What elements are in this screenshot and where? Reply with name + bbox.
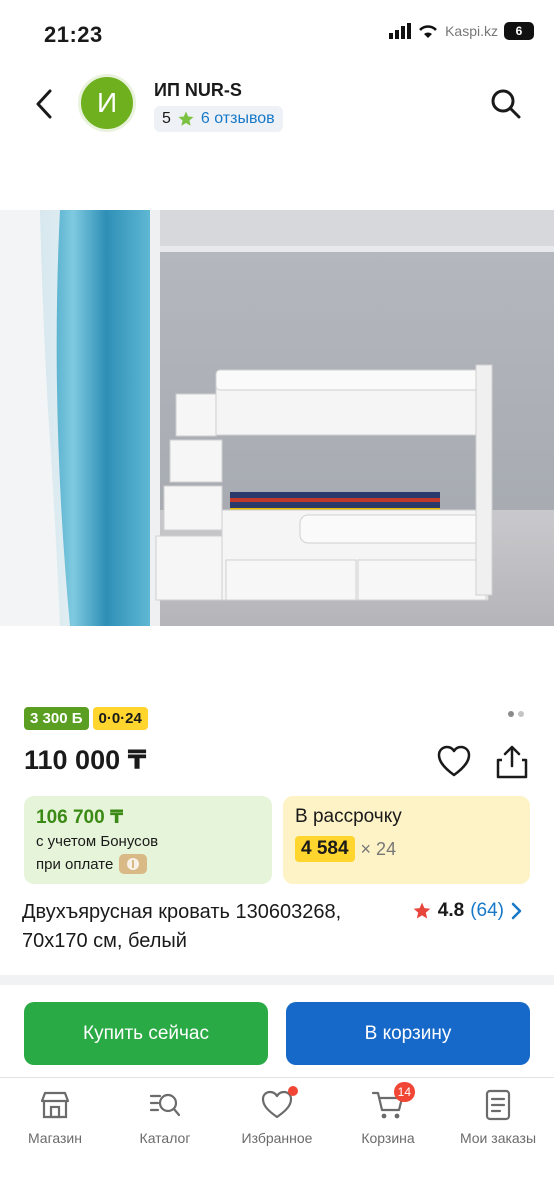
seller-avatar[interactable]: И <box>78 74 136 132</box>
status-icons: Kaspi.kz 6 <box>389 22 534 40</box>
bonus-badge: 3 300 Б <box>24 707 89 730</box>
rating-score: 4.8 <box>437 900 465 921</box>
back-button[interactable] <box>26 84 62 124</box>
bonus-note-line: при оплате <box>36 854 260 874</box>
image-pager-dots <box>508 711 524 717</box>
tab-favorites[interactable]: Избранное <box>222 1086 332 1146</box>
bonus-note-line: с учетом Бонусов <box>36 833 260 850</box>
tab-label: Корзина <box>361 1130 415 1146</box>
add-to-cart-button[interactable]: В корзину <box>286 1002 530 1065</box>
heart-icon <box>437 745 471 777</box>
bottom-tab-bar: Магазин Каталог Избранное 14 Корзина Мои… <box>0 1077 554 1200</box>
tab-label: Каталог <box>139 1130 191 1146</box>
bunk-bed-photo <box>0 210 554 626</box>
promo-badges: 3 300 Б 0·0·24 <box>24 707 148 730</box>
product-image[interactable] <box>0 210 554 626</box>
installment-card[interactable]: В рассрочку 4 584 × 24 <box>283 796 530 884</box>
seller-rating-value: 5 <box>162 110 171 127</box>
tab-catalog[interactable]: Каталог <box>110 1088 220 1146</box>
seller-reviews-link[interactable]: 6 отзывов <box>201 110 275 128</box>
orders-icon <box>481 1088 515 1122</box>
battery-icon: 6 <box>504 22 534 40</box>
tab-label: Избранное <box>241 1130 313 1146</box>
tab-label: Мои заказы <box>459 1130 537 1146</box>
chevron-left-icon <box>36 89 52 119</box>
installment-badge: 0·0·24 <box>92 707 148 730</box>
watermark-text: Kaspi.kz <box>445 23 498 39</box>
product-title: Двухъярусная кровать 130603268, 70х170 с… <box>22 901 342 952</box>
favorite-button[interactable] <box>436 744 472 778</box>
catalog-search-icon <box>148 1088 182 1122</box>
tab-orders[interactable]: Мои заказы <box>443 1088 553 1146</box>
cart-count-badge: 14 <box>393 1082 415 1102</box>
installment-term: × 24 <box>360 838 397 859</box>
rating-count: (64) <box>470 900 504 921</box>
star-icon <box>413 902 431 919</box>
star-icon <box>178 111 194 126</box>
installment-title: В рассрочку <box>295 806 402 827</box>
seller-name[interactable]: ИП NUR-S <box>154 80 242 101</box>
product-rating[interactable]: 4.8 (64) <box>412 900 522 922</box>
heart-icon <box>260 1086 298 1122</box>
buy-now-button[interactable]: Купить сейчас <box>24 1002 268 1065</box>
product-price: 110 000 ₸ <box>24 745 147 775</box>
share-button[interactable] <box>494 744 530 780</box>
bonus-price-value: 106 700 ₸ <box>36 807 124 828</box>
notification-dot <box>288 1086 298 1096</box>
chevron-right-icon <box>511 902 522 920</box>
seller-header: И ИП NUR-S 5 6 отзывов <box>0 70 554 140</box>
bonus-note-text: с учетом Бонусов <box>36 833 159 850</box>
search-button[interactable] <box>488 86 524 122</box>
installment-monthly: 4 584 <box>295 836 355 862</box>
tab-cart[interactable]: 14 Корзина <box>333 1082 443 1146</box>
signal-icon <box>389 23 412 39</box>
installment-row: 4 584 × 24 <box>295 836 518 862</box>
store-icon <box>38 1088 72 1122</box>
status-time: 21:23 <box>44 22 103 47</box>
section-divider <box>0 975 554 985</box>
wifi-icon <box>419 25 437 38</box>
bonus-price-card[interactable]: 106 700 ₸ с учетом Бонусов при оплате <box>24 796 272 884</box>
tab-shop[interactable]: Магазин <box>0 1088 110 1146</box>
pager-dot <box>508 711 514 717</box>
status-bar: 21:23 Kaspi.kz 6 <box>0 0 554 64</box>
bonus-note-text: при оплате <box>36 855 114 873</box>
search-icon <box>491 89 521 119</box>
seller-rating[interactable]: 5 6 отзывов <box>154 106 283 132</box>
cart-icon: 14 <box>371 1082 415 1122</box>
kaspi-logo-icon <box>119 854 148 874</box>
pager-dot <box>518 711 524 717</box>
tab-label: Магазин <box>27 1130 82 1146</box>
share-icon <box>496 745 528 779</box>
